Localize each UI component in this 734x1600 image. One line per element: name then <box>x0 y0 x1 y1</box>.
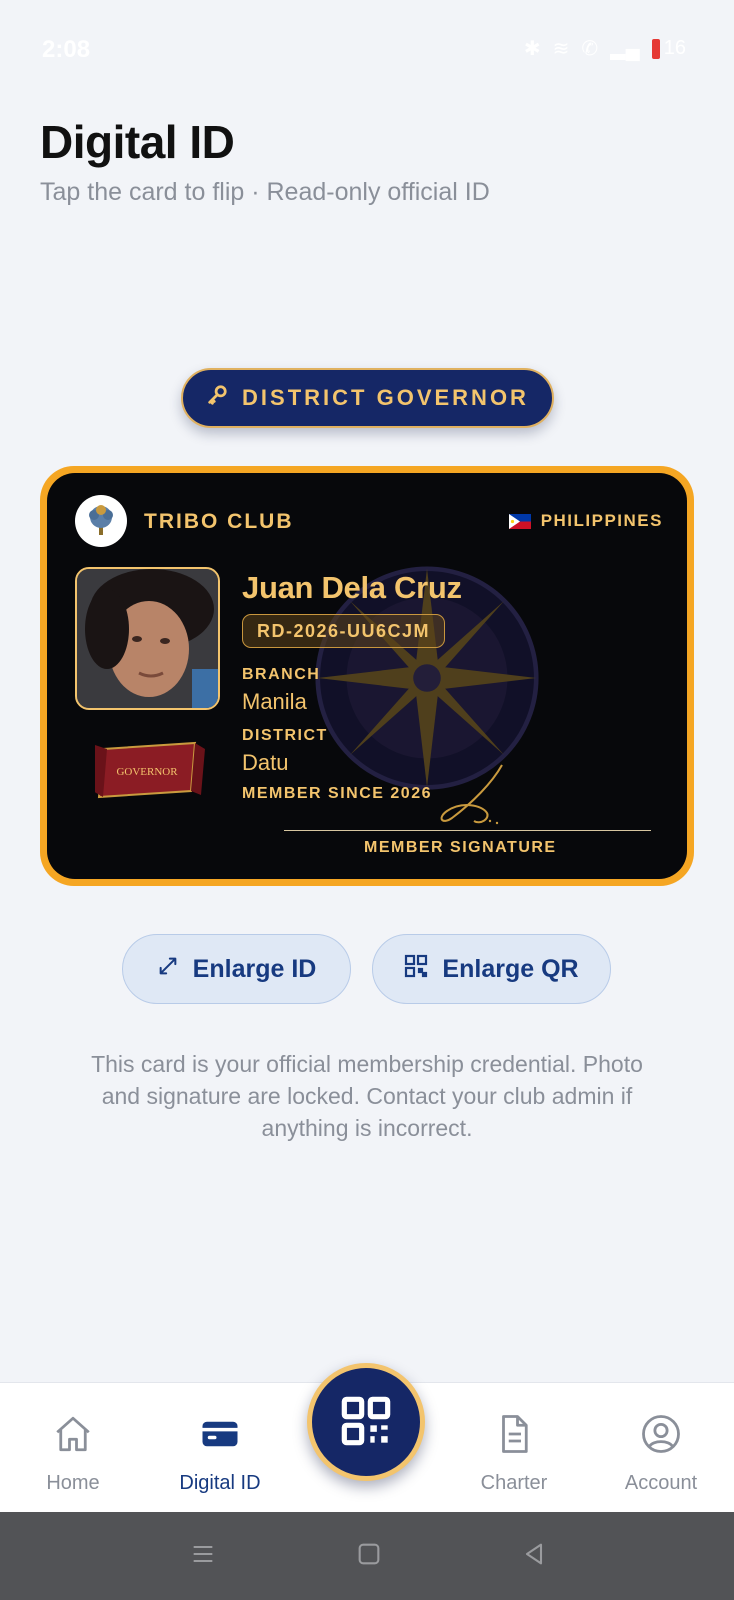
nav-item-digital-id[interactable]: Digital ID <box>150 1383 290 1513</box>
member-name: Juan Dela Cruz <box>242 570 462 605</box>
battery-indicator: 16 <box>651 37 686 60</box>
nav-item-charter[interactable]: Charter <box>444 1383 584 1513</box>
signal-icon: ▂▄ <box>610 38 640 60</box>
page-title: Digital ID <box>40 116 235 168</box>
club-logo <box>75 495 127 547</box>
enlarge-id-button[interactable]: Enlarge ID <box>122 934 351 1004</box>
key-icon <box>206 384 228 412</box>
district-label: DISTRICT <box>242 727 328 744</box>
philippines-flag-icon <box>508 513 531 529</box>
signature-label: MEMBER SIGNATURE <box>364 839 557 856</box>
page-subtitle: Tap the card to flip · Read-only officia… <box>40 178 490 206</box>
status-time: 2:08 <box>42 36 91 63</box>
menu-icon[interactable] <box>189 1540 217 1573</box>
home-icon <box>52 1413 94 1460</box>
country-name: PHILIPPINES <box>540 511 663 530</box>
club-name: TRIBO CLUB <box>144 510 294 533</box>
id-card-face: TRIBO CLUB PHILIPPINES GOVERNOR Juan Del… <box>47 473 687 879</box>
nav-label-charter: Charter <box>480 1472 548 1494</box>
nav-item-account[interactable]: Account <box>591 1383 731 1513</box>
member-code: RD-2026-UU6CJM <box>242 614 446 648</box>
digital-id-card[interactable]: TRIBO CLUB PHILIPPINES GOVERNOR Juan Del… <box>40 466 694 886</box>
enlarge-id-label: Enlarge ID <box>192 954 317 983</box>
account-icon <box>640 1413 682 1460</box>
district-value: Datu <box>242 750 289 775</box>
branch-label: BRANCH <box>242 666 321 683</box>
battery-level: 16 <box>663 37 686 59</box>
member-photo <box>75 567 220 710</box>
credential-info-text: This card is your official membership cr… <box>91 1051 643 1141</box>
expand-icon <box>157 955 179 984</box>
nav-item-home[interactable]: Home <box>3 1383 143 1513</box>
back-icon[interactable] <box>520 1540 548 1573</box>
status-bar: 2:08 ✱ ≋ ✆ ▂▄ 16 <box>0 0 734 96</box>
branch-value: Manila <box>242 689 307 714</box>
signature-line <box>284 830 651 831</box>
ribbon-text: GOVERNOR <box>116 766 178 778</box>
role-badge: DISTRICT GOVERNOR <box>181 368 554 428</box>
qr-code-icon <box>340 1395 392 1450</box>
nav-label-account: Account <box>624 1472 698 1494</box>
governor-ribbon: GOVERNOR <box>95 741 205 799</box>
enlarge-qr-label: Enlarge QR <box>442 954 579 983</box>
member-signature <box>440 764 503 825</box>
enlarge-qr-button[interactable]: Enlarge QR <box>372 934 611 1004</box>
wifi-icon: ≋ <box>552 38 570 60</box>
status-icons: ✱ ≋ ✆ ▂▄ 16 <box>524 36 686 61</box>
country-badge: PHILIPPINES <box>508 511 663 531</box>
id-card-icon <box>199 1413 241 1460</box>
system-nav-bar <box>0 1512 734 1600</box>
home-button-icon[interactable] <box>355 1540 383 1573</box>
nav-label-digital-id: Digital ID <box>179 1472 261 1494</box>
nav-label-home: Home <box>46 1472 100 1494</box>
qr-scan-fab[interactable] <box>307 1363 425 1481</box>
battery-icon <box>651 38 660 59</box>
call-icon: ✆ <box>581 38 599 60</box>
qr-code-icon <box>404 954 428 985</box>
bluetooth-icon: ✱ <box>523 38 541 60</box>
role-label: DISTRICT GOVERNOR <box>242 385 529 410</box>
member-since: MEMBER SINCE 2026 <box>242 785 432 802</box>
document-icon <box>493 1413 535 1460</box>
